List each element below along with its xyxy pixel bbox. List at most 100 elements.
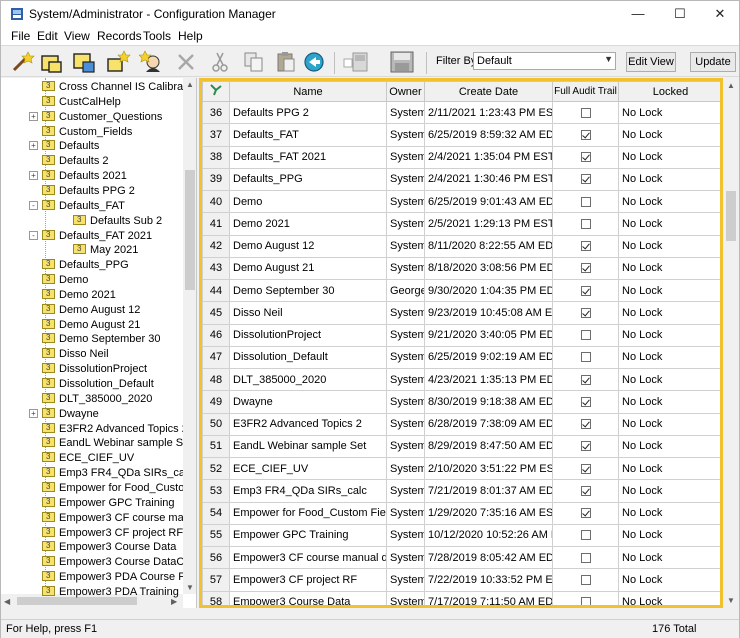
tree-item[interactable]: E3FR2 Advanced Topics 2 xyxy=(42,422,183,438)
cell-locked[interactable]: No Lock xyxy=(618,434,720,459)
cell-locked[interactable]: No Lock xyxy=(618,145,720,169)
cell-full-audit-trail[interactable] xyxy=(552,301,619,325)
cell-create-date[interactable]: 8/30/2019 9:18:38 AM EDT xyxy=(424,390,553,414)
audit-trail-checkbox[interactable] xyxy=(580,196,591,207)
cell-create-date[interactable]: 2/10/2020 3:51:22 PM EST xyxy=(424,456,553,481)
table-row[interactable]: 47 Dissolution_Default System 6/25/2019 9:0… xyxy=(202,345,720,370)
cell-name[interactable]: Disso Neil xyxy=(229,301,387,325)
cell-name[interactable]: ECE_CIEF_UV xyxy=(229,456,387,481)
expand-icon[interactable]: + xyxy=(29,141,38,151)
table-row[interactable]: 52 ECE_CIEF_UV System 2/10/2020 3:51:22 PM … xyxy=(202,456,720,481)
audit-trail-checkbox[interactable] xyxy=(580,463,591,474)
folder-open-icon[interactable] xyxy=(71,50,97,74)
cell-create-date[interactable]: 6/25/2019 9:01:43 AM EDT xyxy=(424,189,553,214)
cell-create-date[interactable]: 7/28/2019 8:05:42 AM EDT xyxy=(424,545,553,570)
cell-create-date[interactable]: 9/21/2020 3:40:05 PM EDT xyxy=(424,323,553,347)
scroll-up-icon[interactable]: ▲ xyxy=(727,81,735,90)
row-number[interactable]: 56 xyxy=(202,545,230,570)
cell-owner[interactable]: System xyxy=(386,479,425,503)
cell-full-audit-trail[interactable] xyxy=(552,123,619,147)
tree-item[interactable]: + Dwayne xyxy=(29,407,183,423)
cell-name[interactable]: Empower3 CF course manual data xyxy=(229,545,387,570)
table-row[interactable]: 50 E3FR2 Advanced Topics 2 System 6/28/2019… xyxy=(202,412,720,436)
tree-vertical-scrollbar[interactable] xyxy=(183,78,196,594)
menu-tools[interactable]: Tools xyxy=(143,29,171,43)
cell-name[interactable]: E3FR2 Advanced Topics 2 xyxy=(229,412,387,436)
window-icon[interactable] xyxy=(343,50,369,74)
cell-locked[interactable]: No Lock xyxy=(618,189,720,214)
cell-locked[interactable]: No Lock xyxy=(618,590,720,605)
column-header-full-audit-trail[interactable]: Full Audit Trail xyxy=(552,81,619,102)
cell-owner[interactable]: System xyxy=(386,545,425,570)
cell-create-date[interactable]: 7/22/2019 10:33:52 PM EDT xyxy=(424,568,553,592)
cell-create-date[interactable]: 6/25/2019 8:59:32 AM EDT xyxy=(424,123,553,147)
cell-full-audit-trail[interactable] xyxy=(552,568,619,592)
save-icon[interactable] xyxy=(389,50,415,74)
row-number[interactable]: 43 xyxy=(202,256,230,281)
cell-locked[interactable]: No Lock xyxy=(618,234,720,258)
tree-item[interactable]: Defaults 2 xyxy=(42,155,183,170)
update-button[interactable]: Update xyxy=(690,52,736,72)
cell-full-audit-trail[interactable] xyxy=(552,590,619,605)
minimize-icon[interactable]: — xyxy=(618,1,658,27)
table-row[interactable]: 46 DissolutionProject System 9/21/2020 3:40… xyxy=(202,323,720,347)
column-header-owner[interactable]: Owner xyxy=(386,81,425,102)
audit-trail-checkbox[interactable] xyxy=(580,396,591,407)
cell-locked[interactable]: No Lock xyxy=(618,479,720,503)
cell-create-date[interactable]: 8/18/2020 3:08:56 PM EDT xyxy=(424,256,553,281)
cell-locked[interactable]: No Lock xyxy=(618,367,720,392)
cell-name[interactable]: Dwayne xyxy=(229,390,387,414)
tree-item[interactable]: Empower3 Course DataC xyxy=(42,556,183,571)
cell-full-audit-trail[interactable] xyxy=(552,523,619,548)
grid-vertical-scroll-thumb[interactable] xyxy=(726,191,736,241)
cell-name[interactable]: Demo 2021 xyxy=(229,212,387,236)
user-icon[interactable] xyxy=(139,50,165,74)
collapse-icon[interactable]: - xyxy=(29,200,38,210)
row-number[interactable]: 54 xyxy=(202,501,230,525)
audit-trail-checkbox[interactable] xyxy=(580,285,591,296)
row-number[interactable]: 42 xyxy=(202,234,230,258)
audit-trail-checkbox[interactable] xyxy=(580,152,591,163)
table-row[interactable]: 42 Demo August 12 System 8/11/2020 8:22:55 … xyxy=(202,234,720,258)
cell-full-audit-trail[interactable] xyxy=(552,434,619,459)
cell-locked[interactable]: No Lock xyxy=(618,301,720,325)
tree-item[interactable]: + Defaults xyxy=(29,140,183,155)
expand-icon[interactable]: + xyxy=(29,111,38,121)
cell-name[interactable]: Defaults_FAT 2021 xyxy=(229,145,387,169)
audit-trail-checkbox[interactable] xyxy=(580,352,591,363)
cell-create-date[interactable]: 8/11/2020 8:22:55 AM EDT xyxy=(424,234,553,258)
tree-item[interactable]: Empower for Food_Custo xyxy=(42,481,183,497)
tree-item[interactable]: Empower3 PDA Course P xyxy=(42,571,183,586)
cell-name[interactable]: Empower3 Course Data xyxy=(229,590,387,605)
row-number[interactable]: 52 xyxy=(202,456,230,481)
cell-full-audit-trail[interactable] xyxy=(552,479,619,503)
cell-owner[interactable]: System xyxy=(386,100,425,125)
row-number[interactable]: 55 xyxy=(202,523,230,548)
tree-item[interactable]: ECE_CIEF_UV xyxy=(42,452,183,467)
table-row[interactable]: 41 Demo 2021 System 2/5/2021 1:29:13 PM EST… xyxy=(202,212,720,236)
cell-create-date[interactable]: 2/4/2021 1:35:04 PM EST xyxy=(424,145,553,169)
cell-full-audit-trail[interactable] xyxy=(552,367,619,392)
row-number[interactable]: 46 xyxy=(202,323,230,347)
row-number[interactable]: 57 xyxy=(202,568,230,592)
menu-file[interactable]: File xyxy=(11,29,30,43)
cell-owner[interactable]: System xyxy=(386,189,425,214)
tree-item[interactable]: Defaults PPG 2 xyxy=(42,184,183,200)
cell-locked[interactable]: No Lock xyxy=(618,123,720,147)
row-number[interactable]: 40 xyxy=(202,189,230,214)
cell-locked[interactable]: No Lock xyxy=(618,167,720,192)
cell-name[interactable]: DissolutionProject xyxy=(229,323,387,347)
maximize-icon[interactable]: ☐ xyxy=(660,1,700,27)
cell-owner[interactable]: System xyxy=(386,390,425,414)
table-row[interactable]: 48 DLT_385000_2020 System 4/23/2021 1:35:13… xyxy=(202,367,720,392)
row-number[interactable]: 47 xyxy=(202,345,230,370)
row-number[interactable]: 58 xyxy=(202,590,230,605)
cell-owner[interactable]: George xyxy=(386,278,425,303)
tree-item[interactable]: Disso Neil xyxy=(42,348,183,363)
cell-full-audit-trail[interactable] xyxy=(552,278,619,303)
cell-create-date[interactable]: 2/5/2021 1:29:13 PM EST xyxy=(424,212,553,236)
cell-create-date[interactable]: 9/23/2019 10:45:08 AM EDT xyxy=(424,301,553,325)
tree-item[interactable]: Cross Channel IS Calibrat xyxy=(42,81,183,96)
audit-trail-checkbox[interactable] xyxy=(580,552,591,563)
cell-owner[interactable]: System xyxy=(386,145,425,169)
